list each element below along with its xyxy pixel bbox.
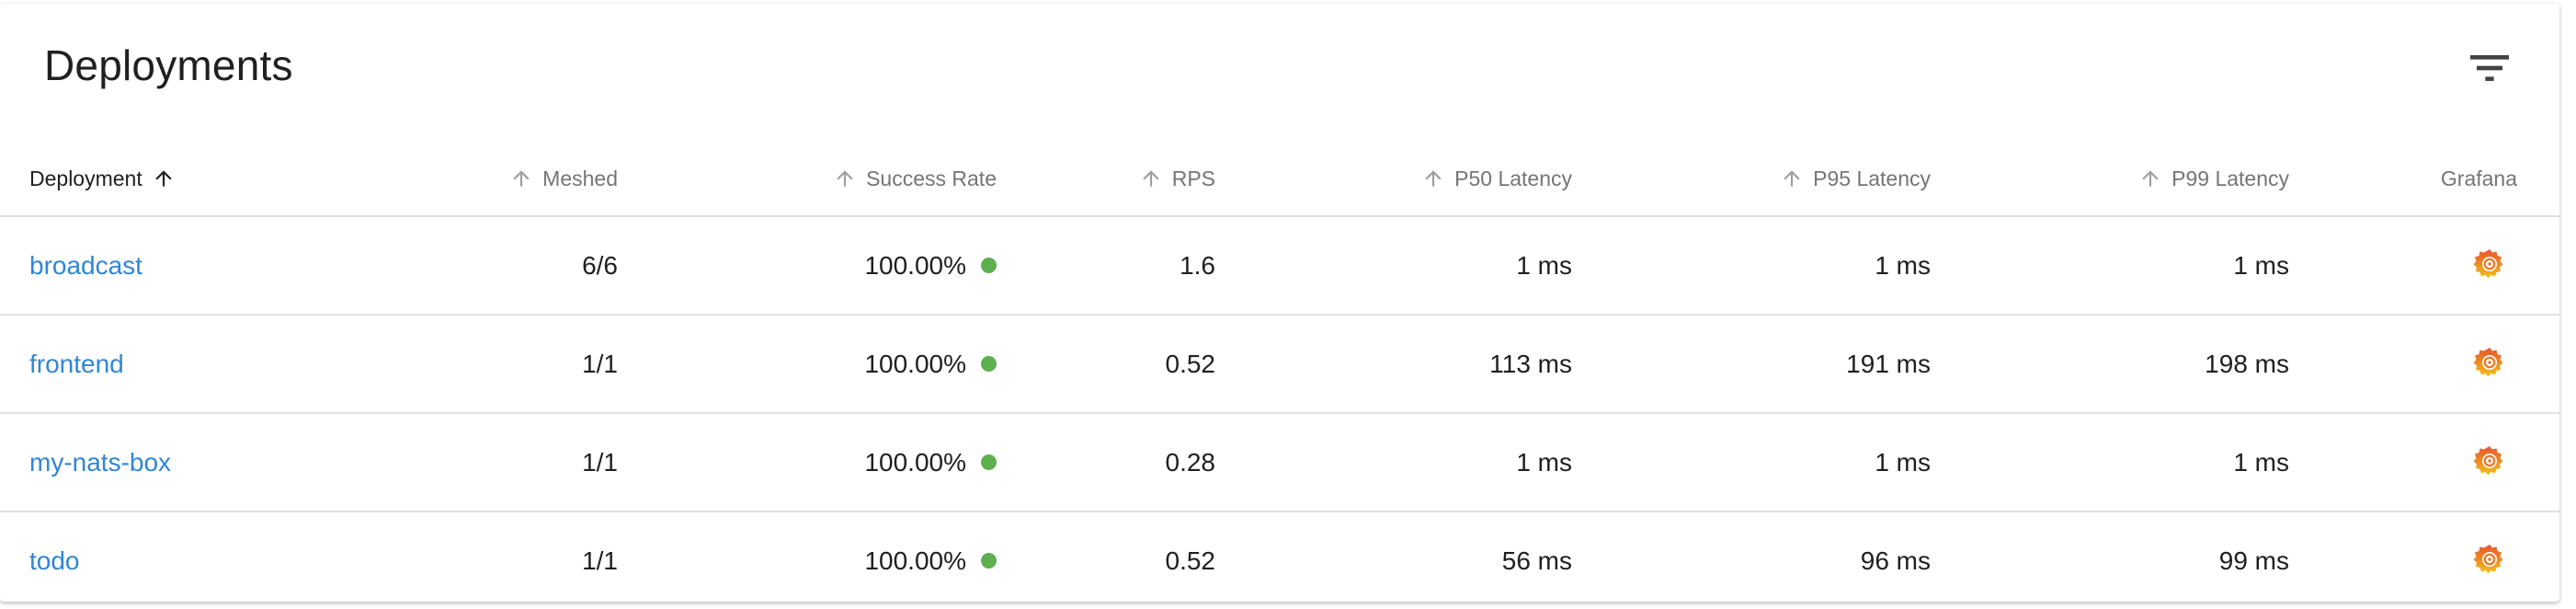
column-header-label: Success Rate xyxy=(866,166,997,190)
arrow-up-icon xyxy=(1421,167,1445,190)
success-rate-cell: 100.00% xyxy=(644,512,997,609)
deployment-link[interactable]: frontend xyxy=(29,350,124,379)
filter-button[interactable] xyxy=(2464,42,2515,94)
status-dot-icon xyxy=(981,553,997,569)
p95-latency-cell: 1 ms xyxy=(1875,250,1931,280)
p50-latency-cell: 56 ms xyxy=(1501,546,1572,575)
column-header-label: P99 Latency xyxy=(2171,166,2289,190)
rps-cell: 1.6 xyxy=(1180,250,1215,280)
column-header-meshed[interactable]: Meshed xyxy=(386,142,618,215)
arrow-up-icon xyxy=(1139,167,1163,190)
meshed-cell: 1/1 xyxy=(582,546,618,575)
card-title: Deployments xyxy=(44,41,293,89)
p50-latency-cell: 1 ms xyxy=(1516,250,1572,280)
column-header-label: Meshed xyxy=(542,166,618,190)
success-rate-value: 100.00% xyxy=(864,546,966,575)
column-header-label: P50 Latency xyxy=(1454,166,1572,190)
deployments-card: Deployments Deployment Meshed Success Ra… xyxy=(0,4,2559,602)
column-header-p95-latency[interactable]: P95 Latency xyxy=(1590,142,1931,215)
success-rate-value: 100.00% xyxy=(864,250,966,280)
column-header-deployment[interactable]: Deployment xyxy=(29,142,397,215)
grafana-icon[interactable] xyxy=(2473,345,2506,378)
arrow-up-icon xyxy=(509,167,533,190)
table-row: my-nats-box 1/1 100.00% 0.28 1 ms 1 ms 1… xyxy=(0,414,2559,512)
column-header-p99-latency[interactable]: P99 Latency xyxy=(1949,142,2289,215)
p50-latency-cell: 113 ms xyxy=(1489,349,1572,378)
grafana-icon[interactable] xyxy=(2473,542,2506,575)
arrow-up-icon xyxy=(152,167,176,190)
success-rate-value: 100.00% xyxy=(864,447,966,477)
status-dot-icon xyxy=(981,356,997,372)
grafana-icon[interactable] xyxy=(2473,443,2506,477)
p99-latency-cell: 1 ms xyxy=(2233,250,2289,280)
deployment-link[interactable]: my-nats-box xyxy=(29,448,171,477)
table-row: todo 1/1 100.00% 0.52 56 ms 96 ms 99 ms xyxy=(0,512,2559,609)
arrow-up-icon xyxy=(2138,167,2162,190)
arrow-up-icon xyxy=(1780,167,1804,190)
column-header-label: P95 Latency xyxy=(1813,166,1931,190)
column-header-p50-latency[interactable]: P50 Latency xyxy=(1232,142,1572,215)
column-header-label: Deployment xyxy=(29,166,142,190)
success-rate-cell: 100.00% xyxy=(644,414,997,511)
arrow-up-icon xyxy=(833,167,857,190)
success-rate-cell: 100.00% xyxy=(644,316,997,412)
status-dot-icon xyxy=(981,258,997,273)
deployment-link[interactable]: todo xyxy=(29,546,80,576)
meshed-cell: 1/1 xyxy=(582,349,618,378)
rps-cell: 0.52 xyxy=(1165,349,1216,378)
grafana-icon[interactable] xyxy=(2473,247,2506,280)
column-header-label: Grafana xyxy=(2440,166,2517,190)
rps-cell: 0.28 xyxy=(1165,447,1216,477)
column-header-rps[interactable]: RPS xyxy=(1011,142,1215,215)
meshed-cell: 6/6 xyxy=(582,250,618,280)
table-row: frontend 1/1 100.00% 0.52 113 ms 191 ms … xyxy=(0,316,2559,414)
p99-latency-cell: 1 ms xyxy=(2233,447,2289,477)
success-rate-value: 100.00% xyxy=(864,349,966,378)
p95-latency-cell: 1 ms xyxy=(1875,447,1931,477)
deployment-link[interactable]: broadcast xyxy=(29,251,142,281)
filter-list-icon xyxy=(2470,55,2509,81)
p99-latency-cell: 99 ms xyxy=(2218,546,2289,575)
meshed-cell: 1/1 xyxy=(582,447,618,477)
column-header-success-rate[interactable]: Success Rate xyxy=(644,142,997,215)
table-row: broadcast 6/6 100.00% 1.6 1 ms 1 ms 1 ms xyxy=(0,217,2559,316)
column-header-label: RPS xyxy=(1171,166,1215,190)
table-header: Deployment Meshed Success Rate RPS P50 L… xyxy=(0,142,2559,217)
column-header-grafana: Grafana xyxy=(2317,142,2517,215)
success-rate-cell: 100.00% xyxy=(644,217,997,314)
status-dot-icon xyxy=(981,454,997,470)
p50-latency-cell: 1 ms xyxy=(1516,447,1572,477)
p95-latency-cell: 191 ms xyxy=(1846,349,1931,378)
p95-latency-cell: 96 ms xyxy=(1860,546,1931,575)
rps-cell: 0.52 xyxy=(1165,546,1216,575)
p99-latency-cell: 198 ms xyxy=(2205,349,2289,378)
